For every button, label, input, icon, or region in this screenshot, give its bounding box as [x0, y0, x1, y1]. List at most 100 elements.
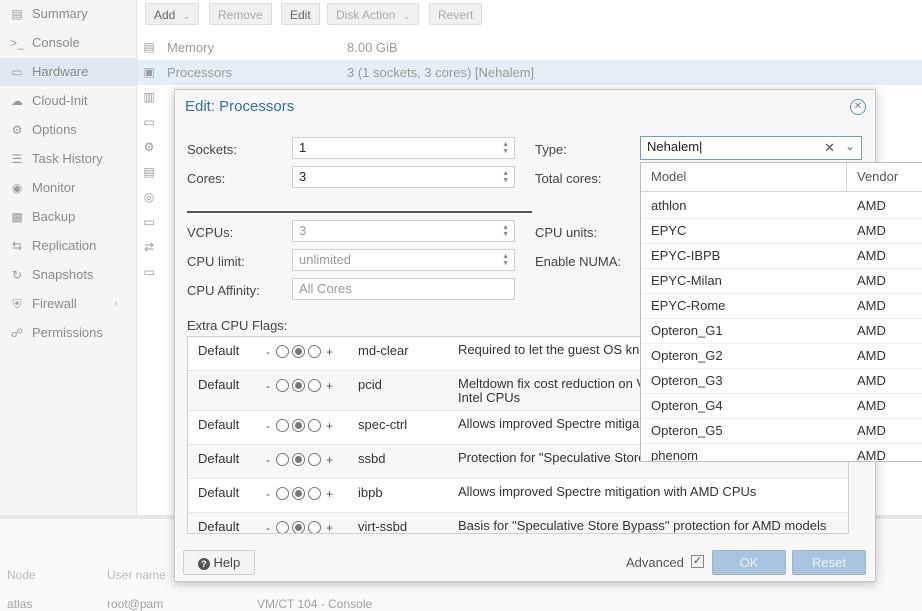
vendor-name: AMD — [857, 373, 886, 388]
hdd-icon: ▭ — [143, 215, 155, 229]
cpu-model-option[interactable]: Opteron_G2 AMD — [641, 343, 922, 369]
plus-icon[interactable]: + — [326, 453, 333, 467]
flag-default-radio[interactable] — [292, 487, 305, 500]
flag-default-radio[interactable] — [292, 453, 305, 466]
spinner-arrows-icon[interactable]: ▲ ▼ — [502, 253, 509, 267]
sidebar-item-snapshots[interactable]: ↻ Snapshots — [0, 261, 136, 289]
ok-button[interactable]: OK — [712, 550, 786, 575]
cpu-model-option[interactable]: EPYC AMD — [641, 218, 922, 244]
column-header-model[interactable]: Model — [651, 163, 686, 191]
sidebar-item-cloud-init[interactable]: ☁ Cloud-Init — [0, 87, 136, 115]
cpu-type-dropdown: Model Vendor athlon AMD EPYC AMD EPYC-IBPB… — [640, 162, 922, 462]
flag-default-radio[interactable] — [292, 345, 305, 358]
extra-cpu-flags-label: Extra CPU Flags: — [187, 318, 288, 333]
flag-on-radio[interactable] — [308, 521, 321, 533]
cpu-model-option[interactable]: Opteron_G3 AMD — [641, 368, 922, 394]
flag-default-radio[interactable] — [292, 379, 305, 392]
sidebar-item-permissions[interactable]: ☍ Permissions — [0, 319, 136, 347]
sidebar-item-label: Summary — [32, 6, 88, 21]
sidebar-item-hardware[interactable]: ▭ Hardware — [0, 58, 136, 86]
flag-on-radio[interactable] — [308, 345, 321, 358]
flag-name: md-clear — [358, 343, 409, 358]
plus-icon[interactable]: + — [326, 379, 333, 393]
cpu-model-option[interactable]: EPYC-IBPB AMD — [641, 243, 922, 269]
cogs-icon: ⚙ — [143, 140, 155, 154]
flag-off-radio[interactable] — [276, 345, 289, 358]
chevron-down-icon[interactable]: ⌄ — [845, 136, 855, 156]
type-combobox[interactable]: Nehalem| ✕ ⌄ — [640, 136, 862, 160]
vendor-name: AMD — [857, 398, 886, 413]
flag-default-radio[interactable] — [292, 419, 305, 432]
cpu-model-option[interactable]: Opteron_G5 AMD — [641, 418, 922, 444]
flag-state: Default — [198, 377, 240, 392]
cpu-limit-spinner[interactable]: unlimited ▲ ▼ — [292, 249, 515, 271]
minus-icon[interactable]: - — [266, 379, 270, 393]
plus-icon[interactable]: + — [326, 487, 333, 501]
flag-name: pcid — [358, 377, 382, 392]
flag-on-radio[interactable] — [308, 379, 321, 392]
revert-button[interactable]: Revert — [429, 3, 483, 25]
remove-button[interactable]: Remove — [209, 3, 272, 25]
sidebar-item-replication[interactable]: ⇆ Replication — [0, 232, 136, 260]
sidebar-item-firewall[interactable]: ⛨ Firewall › — [0, 290, 136, 318]
help-button[interactable]: ? Help — [183, 550, 255, 575]
monitor-icon: ▭ — [143, 115, 155, 129]
flag-on-radio[interactable] — [308, 419, 321, 432]
question-circle-icon: ? — [197, 558, 210, 570]
disk-action-button[interactable]: Disk Action ⌄ — [327, 3, 420, 25]
minus-icon[interactable]: - — [266, 419, 270, 433]
minus-icon[interactable]: - — [266, 487, 270, 501]
chevron-down-icon: ⌄ — [182, 11, 191, 21]
terminal-icon: >_ — [10, 36, 24, 50]
cpu-limit-label: CPU limit: — [187, 254, 245, 269]
cpu-model-option[interactable]: Opteron_G4 AMD — [641, 393, 922, 419]
sockets-spinner[interactable]: 1 ▲ ▼ — [292, 137, 515, 159]
cpu-model-option[interactable]: EPYC-Rome AMD — [641, 293, 922, 319]
edit-button[interactable]: Edit — [281, 3, 320, 25]
flag-off-radio[interactable] — [276, 487, 289, 500]
vcpus-spinner[interactable]: 3 ▲ ▼ — [292, 220, 515, 242]
cores-label: Cores: — [187, 171, 226, 186]
cpu-model-option[interactable]: EPYC-Milan AMD — [641, 268, 922, 294]
clear-icon[interactable]: ✕ — [824, 138, 835, 158]
sidebar-item-monitor[interactable]: ◉ Monitor — [0, 174, 136, 202]
cpu-affinity-field[interactable]: All Cores — [292, 278, 515, 300]
reset-button[interactable]: Reset — [792, 550, 866, 575]
hardware-row-memory[interactable]: ▤ Memory 8.00 GiB — [137, 35, 922, 60]
minus-icon[interactable]: - — [266, 521, 270, 533]
sidebar-item-backup[interactable]: ▩ Backup — [0, 203, 136, 231]
model-name: Opteron_G3 — [651, 373, 723, 388]
column-header-vendor[interactable]: Vendor — [857, 163, 898, 191]
minus-icon[interactable]: - — [266, 453, 270, 467]
flag-off-radio[interactable] — [276, 453, 289, 466]
flag-on-radio[interactable] — [308, 487, 321, 500]
sidebar-item-options[interactable]: ⚙ Options — [0, 116, 136, 144]
add-button[interactable]: Add ⌄ — [145, 3, 200, 25]
spinner-arrows-icon[interactable]: ▲ ▼ — [502, 170, 509, 184]
log-header-node[interactable]: Node — [7, 568, 36, 582]
flag-on-radio[interactable] — [308, 453, 321, 466]
cpu-model-option[interactable]: phenom AMD — [641, 443, 922, 461]
plus-icon[interactable]: + — [326, 521, 333, 533]
spinner-arrows-icon[interactable]: ▲ ▼ — [502, 141, 509, 155]
plus-icon[interactable]: + — [326, 419, 333, 433]
spinner-arrows-icon[interactable]: ▲ ▼ — [502, 224, 509, 238]
cpu-model-option[interactable]: athlon AMD — [641, 193, 922, 219]
flag-off-radio[interactable] — [276, 379, 289, 392]
divider — [187, 211, 532, 213]
cpu-flag-row: Default - + virt-ssbd Basis for "Specula… — [188, 513, 848, 533]
sidebar-item-task-history[interactable]: ☰ Task History — [0, 145, 136, 173]
cpu-model-option[interactable]: Opteron_G1 AMD — [641, 318, 922, 344]
cores-spinner[interactable]: 3 ▲ ▼ — [292, 166, 515, 188]
hardware-row-processors[interactable]: ▣ Processors 3 (1 sockets, 3 cores) [Neh… — [137, 60, 922, 85]
log-header-user[interactable]: User name — [107, 568, 166, 582]
flag-off-radio[interactable] — [276, 521, 289, 533]
flag-off-radio[interactable] — [276, 419, 289, 432]
minus-icon[interactable]: - — [266, 345, 270, 359]
advanced-checkbox[interactable]: ✓ — [691, 555, 704, 568]
sidebar-item-console[interactable]: >_ Console — [0, 29, 136, 57]
flag-default-radio[interactable] — [292, 521, 305, 533]
plus-icon[interactable]: + — [326, 345, 333, 359]
sidebar-item-summary[interactable]: ▤ Summary — [0, 0, 136, 28]
close-icon[interactable]: ✕ — [850, 99, 866, 115]
